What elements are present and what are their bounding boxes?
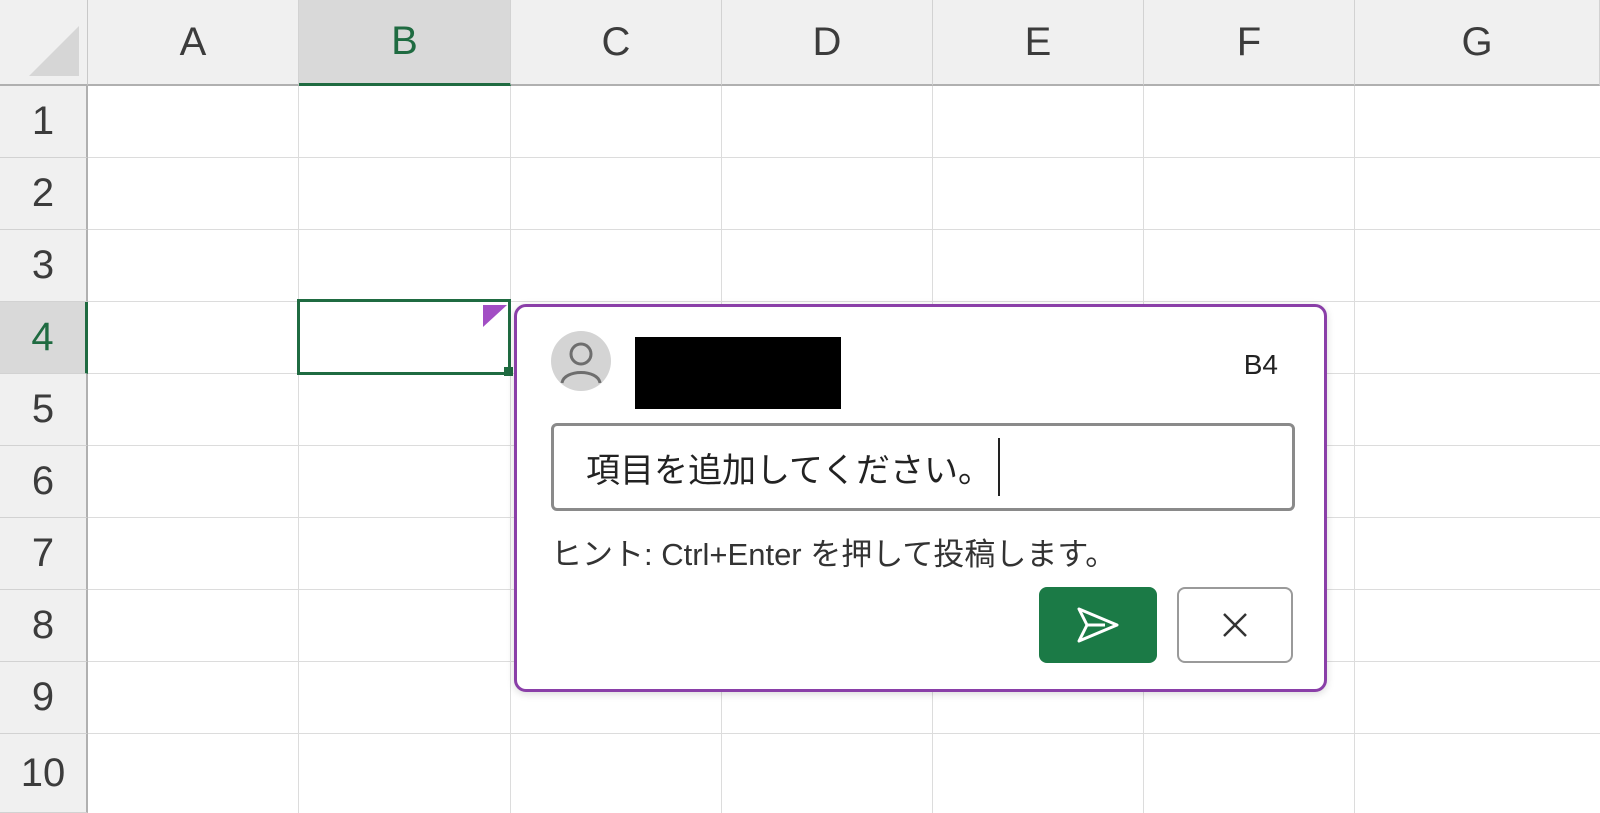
column-header-b[interactable]: B: [299, 0, 511, 86]
grid-line: [88, 733, 1600, 734]
column-header-f[interactable]: F: [1144, 0, 1355, 86]
grid-line: [88, 229, 1600, 230]
column-header-g[interactable]: G: [1355, 0, 1600, 86]
send-icon: [1077, 607, 1119, 643]
column-header-d[interactable]: D: [722, 0, 933, 86]
cancel-button[interactable]: [1177, 587, 1293, 663]
comment-input-text: 項目を追加してください。: [586, 451, 992, 490]
row-header-5[interactable]: 5: [0, 374, 88, 446]
row-header-4[interactable]: 4: [0, 302, 88, 374]
active-cell-b4[interactable]: [297, 299, 511, 375]
grid-line: [510, 86, 511, 813]
row-header-6[interactable]: 6: [0, 446, 88, 518]
close-icon: [1223, 613, 1247, 637]
column-header-a[interactable]: A: [88, 0, 299, 86]
column-header-e[interactable]: E: [933, 0, 1144, 86]
cell-reference: B4: [1243, 349, 1278, 380]
comment-input[interactable]: 項目を追加してください。: [551, 423, 1295, 511]
post-button[interactable]: [1039, 587, 1157, 663]
hint-text: ヒント: Ctrl+Enter を押して投稿します。: [551, 537, 1117, 572]
row-header-10[interactable]: 10: [0, 734, 88, 813]
row-header-9[interactable]: 9: [0, 662, 88, 734]
row-header-1[interactable]: 1: [0, 86, 88, 158]
text-caret: [997, 438, 1000, 496]
select-all-triangle-icon: [29, 26, 79, 76]
author-name-redacted: [635, 337, 841, 409]
select-all-button[interactable]: [0, 0, 88, 86]
grid-line: [1354, 86, 1355, 813]
row-header-7[interactable]: 7: [0, 518, 88, 590]
grid-line: [88, 157, 1600, 158]
fill-handle[interactable]: [504, 367, 513, 376]
comment-indicator-icon: [483, 305, 507, 327]
column-header-c[interactable]: C: [511, 0, 722, 86]
user-icon: [560, 342, 602, 384]
row-header-8[interactable]: 8: [0, 590, 88, 662]
grid-line: [298, 86, 299, 813]
avatar: [551, 331, 611, 391]
spreadsheet: A B C D E F G 1 2 3 4 5 6 7 8 9 10 B4 項目…: [0, 0, 1600, 813]
row-header-3[interactable]: 3: [0, 230, 88, 302]
comment-card: B4 項目を追加してください。 ヒント: Ctrl+Enter を押して投稿しま…: [514, 304, 1327, 692]
row-header-2[interactable]: 2: [0, 158, 88, 230]
